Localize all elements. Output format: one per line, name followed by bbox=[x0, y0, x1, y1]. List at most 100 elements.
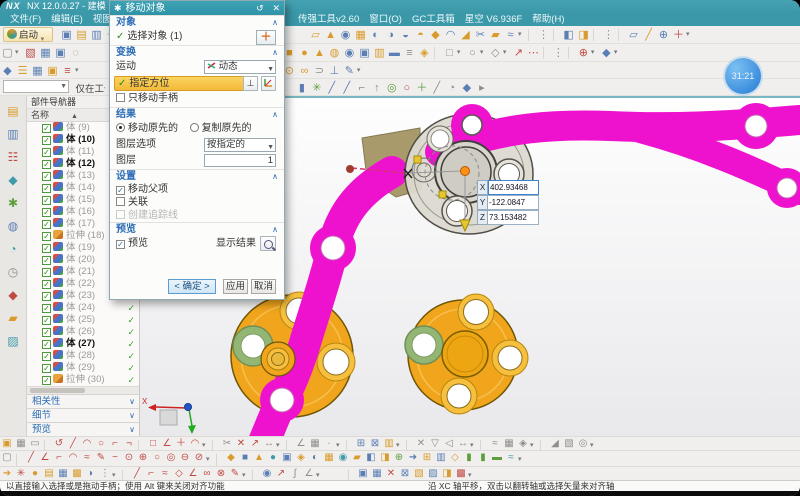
line-b-icon[interactable]: ╱ bbox=[66, 438, 80, 450]
joint-icon[interactable]: ⊃ bbox=[312, 64, 327, 78]
m2-icon[interactable]: ▽ bbox=[428, 438, 442, 450]
tag-icon[interactable]: ▣ bbox=[45, 64, 60, 78]
delete-b-icon[interactable]: ✕ bbox=[234, 438, 248, 450]
chevron-down-icon[interactable]: ▾ bbox=[336, 441, 344, 449]
snap-plus-icon[interactable]: ＋ bbox=[414, 81, 429, 95]
more-3-icon[interactable]: ⋮ bbox=[551, 46, 566, 60]
chevron-down-icon[interactable]: ▾ bbox=[591, 48, 599, 56]
horizontal-scrollbar[interactable] bbox=[27, 386, 139, 394]
web-icon[interactable]: ✳ bbox=[14, 468, 28, 480]
feature-checkbox[interactable]: ✓ bbox=[42, 148, 51, 157]
plus-b-icon[interactable]: ＋ bbox=[174, 438, 188, 450]
snap-ring-icon[interactable]: ○ bbox=[399, 81, 414, 95]
manager-icon[interactable]: ◆ bbox=[5, 287, 22, 303]
rib-icon[interactable]: ▥ bbox=[372, 46, 387, 60]
datum-axis-icon[interactable]: ╱ bbox=[641, 28, 656, 42]
copy-original-radio[interactable] bbox=[190, 123, 199, 132]
snap-slash-icon[interactable]: ╱ bbox=[429, 81, 444, 95]
m5-icon[interactable]: ≈ bbox=[488, 438, 502, 450]
cone-icon[interactable]: ▲ bbox=[312, 46, 327, 60]
paste-icon[interactable]: ▣ bbox=[0, 438, 14, 450]
arc2-icon[interactable]: ◠ bbox=[66, 452, 80, 464]
f19-icon[interactable]: ▮ bbox=[476, 452, 490, 464]
list-icon[interactable]: ≡ bbox=[60, 64, 75, 78]
snap-line2-icon[interactable]: ╱ bbox=[339, 81, 354, 95]
z-input[interactable]: 73.153482 bbox=[488, 210, 539, 225]
undo-b-icon[interactable]: ↺ bbox=[52, 438, 66, 450]
m7-icon[interactable]: ◈ bbox=[516, 438, 530, 450]
draft-icon[interactable]: ◢ bbox=[458, 28, 473, 42]
history-icon[interactable]: ◔ bbox=[5, 241, 22, 257]
feature-checkbox[interactable]: ✓ bbox=[42, 280, 51, 289]
orient-view-icon[interactable]: ◆ bbox=[599, 46, 614, 60]
chevron-down-icon[interactable]: ▾ bbox=[357, 66, 365, 74]
snap-up-icon[interactable]: ↑ bbox=[369, 81, 384, 95]
checkbox-unchecked[interactable] bbox=[116, 197, 125, 206]
proj1-icon[interactable]: ⊞ bbox=[354, 438, 368, 450]
f8-icon[interactable]: ▦ bbox=[322, 452, 336, 464]
section-transform[interactable]: 变换∧ bbox=[110, 45, 284, 59]
l3-icon[interactable]: ⌐ bbox=[52, 452, 66, 464]
r5-icon[interactable]: ▧ bbox=[412, 468, 426, 480]
menu-GC工具箱[interactable]: GC工具箱 bbox=[412, 13, 455, 26]
f16-icon[interactable]: ▥ bbox=[434, 452, 448, 464]
f3-icon[interactable]: ▲ bbox=[252, 452, 266, 464]
checkbox-checked[interactable]: ✓ bbox=[116, 240, 125, 249]
start-button[interactable]: 启动 ▾ bbox=[3, 27, 53, 42]
angle-b-icon[interactable]: ∠ bbox=[294, 438, 308, 450]
f12-icon[interactable]: ◨ bbox=[378, 452, 392, 464]
f5-icon[interactable]: ▣ bbox=[280, 452, 294, 464]
k1-icon[interactable]: ⊙ bbox=[122, 452, 136, 464]
reset-icon[interactable]: ↺ bbox=[256, 3, 264, 13]
apply-button[interactable]: 应用 bbox=[223, 279, 248, 294]
label-chip-icon[interactable]: ▭ bbox=[28, 438, 42, 450]
associative-row[interactable]: 关联 bbox=[110, 196, 284, 209]
specify-orientation-step[interactable]: ✓指定方位 bbox=[114, 76, 250, 91]
sheet-icon[interactable]: ▰ bbox=[488, 28, 503, 42]
tree-item[interactable]: ✓体 (26)✓ bbox=[27, 326, 139, 338]
scrollbar-thumb[interactable] bbox=[30, 388, 85, 393]
chevron-down-icon[interactable]: ▾ bbox=[15, 48, 23, 56]
assembly-icon[interactable]: ▦ bbox=[38, 46, 53, 60]
feature-checkbox[interactable]: ✓ bbox=[42, 136, 51, 145]
y-input[interactable]: -122.0847 bbox=[488, 195, 539, 210]
wcs-icon[interactable]: ⊕ bbox=[576, 46, 591, 60]
proj2-icon[interactable]: ⊠ bbox=[368, 438, 382, 450]
r7-icon[interactable]: ◨ bbox=[440, 468, 454, 480]
proj3-icon[interactable]: ▥ bbox=[382, 438, 396, 450]
checkbox-checked[interactable]: ✓ bbox=[116, 186, 125, 195]
rotate-handle-1[interactable] bbox=[414, 156, 421, 163]
cancel-button[interactable]: 取消 bbox=[251, 279, 276, 294]
chevron-down-icon[interactable]: ▾ bbox=[457, 48, 465, 56]
chevron-down-icon[interactable]: ▾ bbox=[202, 441, 210, 449]
panel-预览[interactable]: 预览∨ bbox=[27, 422, 139, 436]
open-icon[interactable]: ▤ bbox=[74, 28, 89, 42]
snap-hook-icon[interactable]: ⌐ bbox=[354, 81, 369, 95]
t3-icon[interactable]: ∫ bbox=[288, 468, 302, 480]
curve-icon[interactable]: ≈ bbox=[80, 452, 94, 464]
chevron-down-icon[interactable]: ▾ bbox=[112, 471, 120, 479]
l2-icon[interactable]: ∠ bbox=[38, 452, 52, 464]
selection-filter-combo[interactable]: ▼ bbox=[3, 80, 69, 93]
section-result[interactable]: 结果∧ bbox=[110, 107, 284, 121]
snap-diamond-icon[interactable]: ◆ bbox=[459, 81, 474, 95]
k3-icon[interactable]: ○ bbox=[150, 452, 164, 464]
t2-icon[interactable]: ↗ bbox=[274, 468, 288, 480]
reuse-lib-icon[interactable]: ◆ bbox=[5, 172, 22, 188]
datum-csys-icon[interactable]: ⊕ bbox=[656, 28, 671, 42]
chevron-down-icon[interactable]: ▾ bbox=[470, 441, 478, 449]
tree-item[interactable]: ✓体 (25)✓ bbox=[27, 314, 139, 326]
f21-icon[interactable]: ≈ bbox=[504, 452, 518, 464]
chamfer-icon[interactable]: ◆ bbox=[428, 28, 443, 42]
filter-icon[interactable]: ▮ bbox=[294, 81, 309, 95]
m9-icon[interactable]: ▧ bbox=[562, 438, 576, 450]
ghost-icon[interactable]: ◌ bbox=[68, 46, 83, 60]
circle-shape-icon[interactable]: ○ bbox=[465, 46, 480, 60]
move-parents-row[interactable]: ✓移动父项 bbox=[110, 183, 284, 196]
close-icon[interactable]: ✕ bbox=[272, 3, 280, 13]
s3-icon[interactable]: ≈ bbox=[158, 468, 172, 480]
chevron-down-icon[interactable]: ▾ bbox=[316, 471, 324, 479]
feature-checkbox[interactable]: ✓ bbox=[42, 364, 51, 373]
f14-icon[interactable]: ➜ bbox=[406, 452, 420, 464]
f11-icon[interactable]: ◧ bbox=[364, 452, 378, 464]
